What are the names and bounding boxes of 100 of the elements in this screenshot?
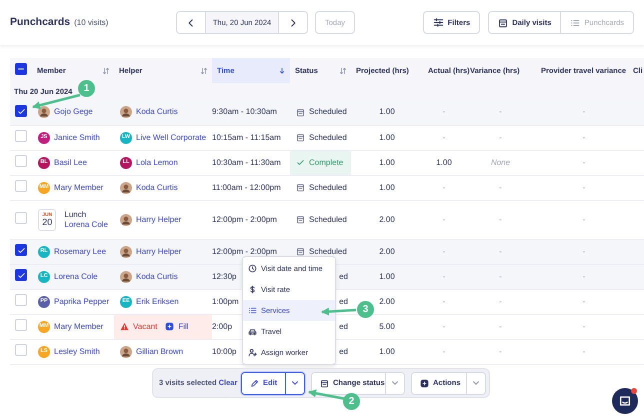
avatar xyxy=(120,346,132,358)
calendar-icon xyxy=(296,247,305,256)
table-cell: 2.00 xyxy=(379,214,395,224)
time-text: 2:00p xyxy=(212,322,232,330)
annotation-number: 2 xyxy=(343,393,360,410)
check-icon xyxy=(16,106,26,116)
avatar xyxy=(120,182,132,194)
avatar xyxy=(120,270,132,282)
person-link[interactable]: Lorena Cole xyxy=(54,270,98,282)
status-text: ed xyxy=(339,296,348,306)
previous-button[interactable] xyxy=(177,12,206,33)
table-cell: - xyxy=(499,107,502,116)
table-cell: 1.00 xyxy=(379,107,395,116)
pencil-icon xyxy=(250,378,259,388)
person-link[interactable]: Lola Lemon xyxy=(136,156,178,168)
status-text: Scheduled xyxy=(309,214,347,226)
table-cell: 1.00 xyxy=(379,272,395,280)
row-checkbox[interactable] xyxy=(15,105,27,117)
chat-button[interactable] xyxy=(612,388,638,414)
table-cell: - xyxy=(582,296,586,306)
plus-icon xyxy=(420,378,429,388)
check-icon xyxy=(296,158,305,167)
person-link[interactable]: Erik Eriksen xyxy=(136,296,179,308)
plus-icon xyxy=(165,322,174,331)
person-link[interactable]: Live Well Corporate xyxy=(136,132,206,144)
warning-icon xyxy=(120,322,129,331)
visit-count: (10 visits) xyxy=(74,16,108,29)
person-link[interactable]: Paprika Pepper xyxy=(54,296,110,308)
status-text: Scheduled xyxy=(309,106,347,118)
table-cell: - xyxy=(499,132,502,142)
table-cell: - xyxy=(499,272,502,280)
table-cell: - xyxy=(442,346,446,356)
person-link[interactable]: Mary Member xyxy=(54,320,104,332)
person-link[interactable]: Janice Smith xyxy=(54,132,100,144)
table-cell: - xyxy=(582,246,586,256)
avatar xyxy=(120,246,132,258)
table-cell: - xyxy=(582,107,586,116)
status-text: Complete xyxy=(309,156,344,168)
status-text: Scheduled xyxy=(309,182,347,194)
time-text: 10:15am - 11:15am xyxy=(212,132,281,142)
table-cell: 5.00 xyxy=(379,322,395,330)
dollar-icon xyxy=(248,285,257,294)
check-icon xyxy=(16,246,26,255)
filter-icon xyxy=(432,17,444,28)
person-link[interactable]: Mary Member xyxy=(54,182,104,194)
row-checkbox[interactable] xyxy=(15,269,27,282)
person-link[interactable]: Harry Helper xyxy=(136,214,182,226)
calendar-icon xyxy=(296,215,305,224)
table-cell: - xyxy=(582,322,586,330)
event-label: Lunch xyxy=(64,210,88,220)
chat-icon xyxy=(618,394,632,408)
annotation-arrow xyxy=(321,308,356,316)
table-cell: 2.00 xyxy=(379,296,395,306)
table-cell: - xyxy=(582,272,586,280)
person-link[interactable]: Basil Lee xyxy=(54,156,87,168)
table-cell: 1.00 xyxy=(379,132,395,142)
check-icon xyxy=(16,270,26,280)
table-cell: - xyxy=(499,182,502,192)
fill-link[interactable]: Fill xyxy=(178,320,189,332)
row-checkbox[interactable] xyxy=(15,244,27,256)
status-text: Scheduled xyxy=(309,132,347,144)
time-text: 10:30am - 11:30am xyxy=(212,158,281,166)
table-cell: None xyxy=(490,158,510,166)
time-text: 12:30p xyxy=(212,272,236,280)
table-cell: - xyxy=(499,214,502,224)
vacant-label: Vacant xyxy=(133,320,158,332)
status-text: ed xyxy=(339,322,348,330)
annotation-arrow xyxy=(32,94,80,110)
table-cell: - xyxy=(442,322,446,330)
calendar-icon xyxy=(320,378,329,388)
person-link[interactable]: Rosemary Lee xyxy=(54,246,106,258)
table-cell: - xyxy=(582,182,586,192)
annotation-arrow xyxy=(308,389,346,400)
table-cell: 2.00 xyxy=(379,246,395,256)
page-title: Punchcards xyxy=(10,14,70,30)
select-all-checkbox[interactable] xyxy=(15,63,27,76)
time-text: 9:30am - 10:30am xyxy=(212,107,277,116)
avatar xyxy=(120,214,132,226)
table-cell: - xyxy=(582,158,586,166)
table-cell: 1.00 xyxy=(436,158,452,166)
status-text: ed xyxy=(339,272,348,280)
table-cell: - xyxy=(582,346,586,356)
person-link[interactable]: Lesley Smith xyxy=(54,346,100,358)
time-text: 11:00am - 12:00pm xyxy=(212,182,281,192)
calendar-icon xyxy=(296,133,305,142)
dropdown-toggle-button[interactable] xyxy=(285,372,304,394)
clock-icon xyxy=(248,264,257,273)
person-link[interactable]: Gillian Brown xyxy=(136,346,184,358)
time-text: 12:00pm - 2:00pm xyxy=(212,246,277,256)
add-person-icon xyxy=(248,348,257,357)
table-cell: - xyxy=(442,246,446,256)
table-cell: - xyxy=(442,296,446,306)
avatar xyxy=(38,106,50,118)
calendar-icon xyxy=(296,108,305,117)
table-cell: 1.00 xyxy=(379,182,395,192)
table-cell: - xyxy=(582,214,586,224)
table-cell: - xyxy=(499,246,502,256)
person-link[interactable]: Koda Curtis xyxy=(136,182,178,194)
person-link[interactable]: Lorena Cole xyxy=(64,220,108,230)
table-cell: - xyxy=(442,214,446,224)
